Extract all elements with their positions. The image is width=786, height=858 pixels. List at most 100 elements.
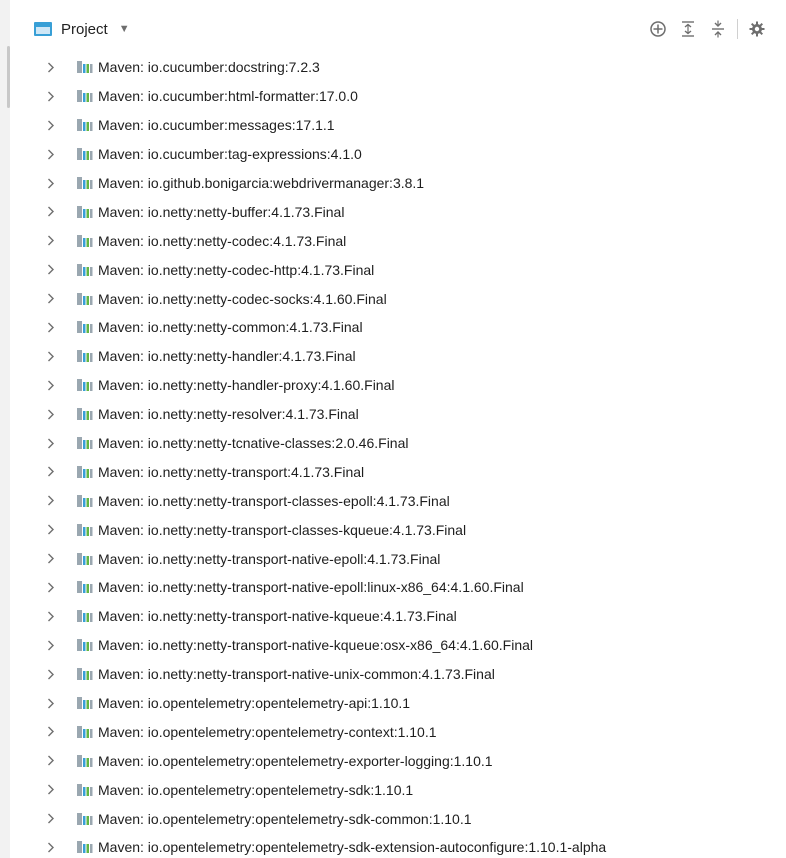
tree-row-library[interactable]: Maven: io.netty:netty-transport-native-e… [10, 544, 786, 573]
library-icon [77, 61, 94, 74]
chevron-right-icon[interactable] [47, 235, 57, 247]
chevron-right-icon[interactable] [47, 61, 57, 73]
tree-row-label: Maven: io.netty:netty-tcnative-classes:2… [98, 435, 409, 452]
project-header: Project ▼ [10, 0, 786, 58]
tree-row-library[interactable]: Maven: io.opentelemetry:opentelemetry-sd… [10, 804, 786, 833]
tree-row-library[interactable]: Maven: io.opentelemetry:opentelemetry-sd… [10, 775, 786, 804]
tree-row-library[interactable]: Maven: io.github.bonigarcia:webdriverman… [10, 169, 786, 198]
tree-row-library[interactable]: Maven: io.netty:netty-transport-native-e… [10, 573, 786, 602]
chevron-right-icon[interactable] [47, 148, 57, 160]
tree-row-library[interactable]: Maven: io.netty:netty-handler-proxy:4.1.… [10, 371, 786, 400]
library-icon [77, 697, 94, 710]
tree-row-library[interactable]: Maven: io.netty:netty-common:4.1.73.Fina… [10, 313, 786, 342]
locate-icon[interactable] [647, 18, 669, 40]
chevron-right-icon[interactable] [47, 553, 57, 565]
library-icon [77, 494, 94, 507]
tree-row-library[interactable]: Maven: io.netty:netty-transport-classes-… [10, 486, 786, 515]
chevron-right-icon[interactable] [47, 726, 57, 738]
library-icon [77, 234, 94, 247]
tree-row-label: Maven: io.opentelemetry:opentelemetry-sd… [98, 810, 472, 827]
chevron-right-icon[interactable] [47, 813, 57, 825]
chevron-right-icon[interactable] [47, 206, 57, 218]
chevron-right-icon[interactable] [47, 466, 57, 478]
tree-row-library[interactable]: Maven: io.cucumber:html-formatter:17.0.0 [10, 82, 786, 111]
tree-row-library[interactable]: Maven: io.netty:netty-codec-http:4.1.73.… [10, 255, 786, 284]
tree-row-library[interactable]: Maven: io.netty:netty-transport-native-k… [10, 631, 786, 660]
library-icon [77, 581, 94, 594]
tree-row-label: Maven: io.opentelemetry:opentelemetry-ap… [98, 695, 411, 712]
tree-row-library[interactable]: Maven: io.netty:netty-codec:4.1.73.Final [10, 226, 786, 255]
tree-row-library[interactable]: Maven: io.netty:netty-transport:4.1.73.F… [10, 457, 786, 486]
tree-row-label: Maven: io.netty:netty-transport-native-e… [98, 579, 524, 596]
tree-row-label: Maven: io.netty:netty-transport-classes-… [98, 492, 450, 509]
tree-row-library[interactable]: Maven: io.cucumber:docstring:7.2.3 [10, 53, 786, 82]
library-icon [77, 783, 94, 796]
tree-row-library[interactable]: Maven: io.netty:netty-codec-socks:4.1.60… [10, 284, 786, 313]
library-icon [77, 177, 94, 189]
project-title[interactable]: Project [61, 21, 108, 38]
tree-row-label: Maven: io.opentelemetry:opentelemetry-co… [98, 723, 437, 740]
tree-row-library[interactable]: Maven: io.netty:netty-resolver:4.1.73.Fi… [10, 400, 786, 429]
chevron-right-icon[interactable] [47, 379, 57, 391]
chevron-right-icon[interactable] [47, 784, 57, 796]
tree-row-label: Maven: io.netty:netty-codec-socks:4.1.60… [98, 290, 387, 307]
tree-row-library[interactable]: Maven: io.netty:netty-transport-native-k… [10, 602, 786, 631]
chevron-right-icon[interactable] [47, 408, 57, 420]
caret-down-icon[interactable]: ▼ [119, 23, 130, 35]
library-icon [77, 437, 94, 450]
library-icon [77, 639, 94, 652]
library-icon [77, 408, 94, 421]
tree-row-label: Maven: io.netty:netty-transport-native-k… [98, 637, 534, 654]
expand-all-icon[interactable] [677, 18, 699, 40]
tree-row-library[interactable]: Maven: io.cucumber:messages:17.1.1 [10, 111, 786, 140]
tree-row-label: Maven: io.netty:netty-transport-native-e… [98, 550, 441, 567]
chevron-right-icon[interactable] [47, 90, 57, 102]
chevron-right-icon[interactable] [47, 668, 57, 680]
library-icon [77, 610, 94, 623]
tree-row-library[interactable]: Maven: io.cucumber:tag-expressions:4.1.0 [10, 140, 786, 169]
tree-row-library[interactable]: Maven: io.opentelemetry:opentelemetry-co… [10, 717, 786, 746]
header-toolbar [639, 18, 768, 40]
library-icon [77, 754, 94, 767]
project-tool-window: Project ▼ Maven: io.cucumber:docstring:7… [0, 0, 786, 858]
chevron-right-icon[interactable] [47, 610, 57, 622]
chevron-right-icon[interactable] [47, 639, 57, 651]
tree-row-label: Maven: io.opentelemetry:opentelemetry-sd… [98, 839, 607, 856]
library-icon [77, 552, 94, 565]
chevron-right-icon[interactable] [47, 264, 57, 276]
chevron-right-icon[interactable] [47, 495, 57, 507]
chevron-right-icon[interactable] [47, 697, 57, 709]
tree-row-library[interactable]: Maven: io.opentelemetry:opentelemetry-sd… [10, 833, 786, 858]
project-tree[interactable]: Maven: io.cucumber:docstring:7.2.3 Maven:… [10, 53, 786, 858]
tree-row-label: Maven: io.netty:netty-handler:4.1.73.Fin… [98, 348, 356, 365]
left-gutter [0, 0, 10, 858]
tree-row-label: Maven: io.netty:netty-transport-native-k… [98, 608, 457, 625]
chevron-right-icon[interactable] [47, 437, 57, 449]
chevron-right-icon[interactable] [47, 350, 57, 362]
tree-row-label: Maven: io.cucumber:docstring:7.2.3 [98, 59, 320, 76]
settings-gear-icon[interactable] [746, 18, 768, 40]
chevron-right-icon[interactable] [47, 321, 57, 333]
tree-row-library[interactable]: Maven: io.opentelemetry:opentelemetry-ex… [10, 746, 786, 775]
chevron-right-icon[interactable] [47, 177, 57, 189]
library-icon [77, 148, 94, 161]
tree-row-library[interactable]: Maven: io.netty:netty-tcnative-classes:2… [10, 429, 786, 458]
tree-row-label: Maven: io.netty:netty-common:4.1.73.Fina… [98, 319, 363, 336]
tree-row-label: Maven: io.opentelemetry:opentelemetry-sd… [98, 781, 414, 798]
collapse-all-icon[interactable] [707, 18, 729, 40]
chevron-right-icon[interactable] [47, 119, 57, 131]
chevron-right-icon[interactable] [47, 524, 57, 536]
tree-row-library[interactable]: Maven: io.netty:netty-transport-native-u… [10, 660, 786, 689]
library-icon [77, 725, 94, 738]
chevron-right-icon[interactable] [47, 755, 57, 767]
library-icon [77, 90, 94, 103]
tree-row-library[interactable]: Maven: io.opentelemetry:opentelemetry-ap… [10, 689, 786, 718]
tree-row-label: Maven: io.netty:netty-transport:4.1.73.F… [98, 463, 365, 480]
tree-row-library[interactable]: Maven: io.netty:netty-handler:4.1.73.Fin… [10, 342, 786, 371]
chevron-right-icon[interactable] [47, 841, 57, 853]
tree-row-library[interactable]: Maven: io.netty:netty-transport-classes-… [10, 515, 786, 544]
library-icon [77, 119, 94, 132]
chevron-right-icon[interactable] [47, 581, 57, 593]
chevron-right-icon[interactable] [47, 293, 57, 305]
tree-row-library[interactable]: Maven: io.netty:netty-buffer:4.1.73.Fina… [10, 197, 786, 226]
